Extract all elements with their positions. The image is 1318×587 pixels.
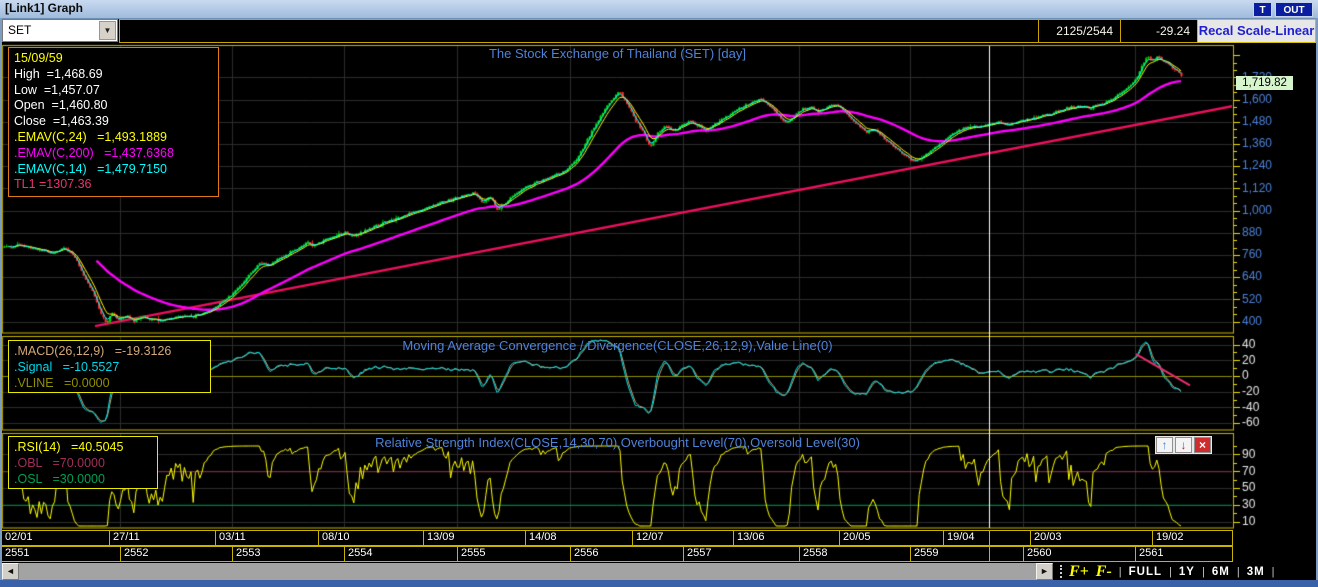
- info-line: Close =1,463.39: [14, 114, 109, 129]
- info-line: .VLINE =0.0000: [14, 375, 110, 390]
- separator: |: [1271, 565, 1275, 578]
- scroll-left-icon[interactable]: ◄: [2, 563, 19, 580]
- info-line: .EMAV(C,24) =1,493.1889: [14, 129, 167, 144]
- arrow-down-icon[interactable]: ↓: [1175, 437, 1192, 453]
- grip-icon: [1060, 565, 1062, 578]
- font-minus-button[interactable]: F-: [1096, 564, 1112, 580]
- info-line: Low =1,457.07: [14, 82, 100, 97]
- info-line: .MACD(26,12,9) =-19.3126: [14, 344, 172, 358]
- arrow-up-icon[interactable]: ↑: [1156, 437, 1173, 453]
- info-line: High =1,468.69: [14, 66, 103, 81]
- close-icon[interactable]: ×: [1194, 437, 1211, 453]
- main-info-box: 15/09/59 High =1,468.69 Low =1,457.07 Open …: [8, 47, 219, 197]
- rsi-panel-buttons: ↑ ↓ ×: [1155, 436, 1212, 454]
- info-line: TL1 =1307.36: [14, 177, 92, 192]
- scrollbar-track[interactable]: [19, 563, 1036, 580]
- range-buttons: | FULL | 1Y | 6M | 3M |: [1119, 566, 1275, 578]
- separator: |: [1169, 565, 1172, 578]
- info-line: Open =1,460.80: [14, 98, 108, 113]
- last-price-tag: 1,719.82: [1236, 76, 1293, 90]
- range-button-6m[interactable]: 6M: [1212, 566, 1230, 578]
- font-plus-button[interactable]: F+: [1069, 564, 1089, 580]
- info-line: .OBL =70.0000: [14, 455, 105, 470]
- horizontal-scrollbar[interactable]: ◄ ►: [2, 563, 1053, 580]
- info-line: .RSI(14) =40.5045: [14, 440, 124, 454]
- separator: |: [1236, 565, 1240, 578]
- range-button-1y[interactable]: 1Y: [1179, 566, 1195, 578]
- info-line: .EMAV(C,200) =1,437.6368: [14, 145, 174, 160]
- rsi-title: Relative Strength Index(CLOSE,14,30,70),…: [375, 435, 860, 450]
- macd-info-box: .MACD(26,12,9) =-19.3126 .Signal =-10.552…: [8, 340, 211, 393]
- scroll-right-icon[interactable]: ►: [1036, 563, 1053, 580]
- info-line: .Signal =-10.5527: [14, 359, 120, 374]
- range-button-full[interactable]: FULL: [1129, 566, 1162, 578]
- info-line: 15/09/59: [14, 51, 63, 65]
- range-button-3m[interactable]: 3M: [1247, 566, 1265, 578]
- separator: |: [1201, 565, 1205, 578]
- separator: |: [1118, 565, 1122, 578]
- info-line: .EMAV(C,14) =1,479.7150: [14, 161, 167, 176]
- graph-window: [Link1] Graph T OUT SET ▼ 2125/2544 -29.…: [0, 0, 1318, 587]
- range-toolbar: F+ F- | FULL | 1Y | 6M | 3M |: [1053, 563, 1316, 580]
- info-line: .OSL =30.0000: [14, 471, 105, 486]
- rsi-info-box: .RSI(14) =40.5045 .OBL =70.0000 .OSL =30.0…: [8, 436, 158, 489]
